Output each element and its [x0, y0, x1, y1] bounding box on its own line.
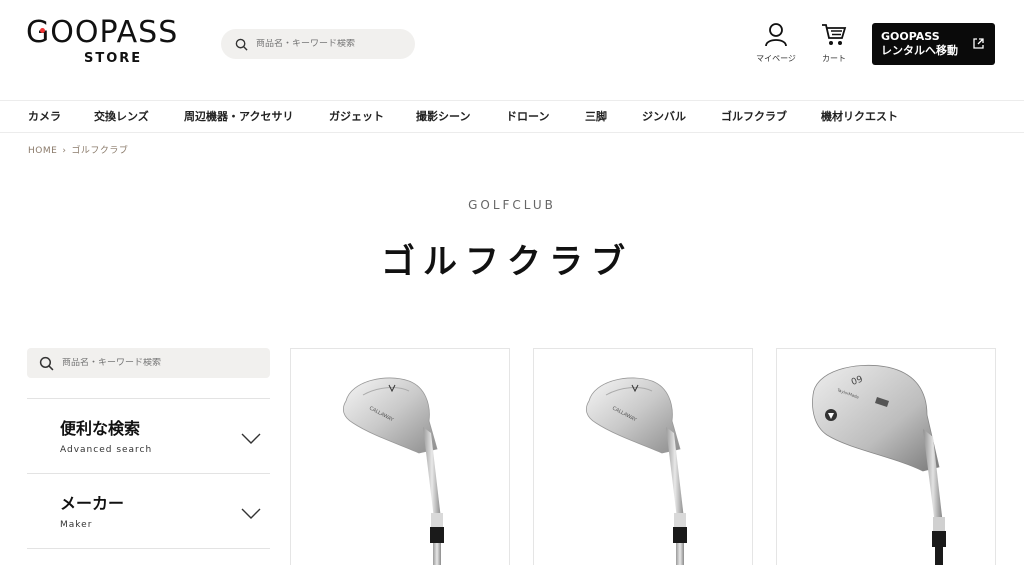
- category-nav: カメラ 交換レンズ 周辺機器・アクセサリ ガジェット 撮影シーン ドローン 三脚…: [0, 100, 1024, 133]
- product-card[interactable]: CALLAWAY: [290, 348, 510, 565]
- cart-label: カート: [822, 54, 846, 63]
- cart-icon: [822, 24, 847, 45]
- logo-dot: [40, 28, 45, 33]
- user-icon: [765, 23, 787, 47]
- golf-wedge-image: CALLAWAY: [342, 377, 444, 565]
- search-icon: [39, 356, 54, 370]
- filter-maker[interactable]: メーカー Maker: [27, 473, 270, 548]
- header-search-box[interactable]: [221, 29, 415, 59]
- cart-button[interactable]: カート: [809, 22, 859, 64]
- product-card[interactable]: 60 TaylorMade: [776, 348, 996, 565]
- golf-wedge-image: CALLAWAY: [585, 377, 687, 565]
- product-card[interactable]: CALLAWAY: [533, 348, 753, 565]
- logo-main-text: GOOPASS: [26, 15, 179, 50]
- nav-item-gadget[interactable]: ガジェット: [329, 101, 384, 132]
- chevron-right-icon: ›: [62, 146, 67, 156]
- mypage-label: マイページ: [756, 54, 796, 63]
- filter-advanced-search[interactable]: 便利な検索 Advanced search: [27, 398, 270, 473]
- external-link-icon: [973, 38, 984, 49]
- nav-item-scene[interactable]: 撮影シーン: [416, 101, 470, 132]
- sidebar-search-box[interactable]: [27, 348, 270, 378]
- breadcrumb-current: ゴルフクラブ: [71, 146, 129, 156]
- filter-title: メーカー: [60, 494, 125, 513]
- filter-title: 便利な検索: [60, 419, 141, 438]
- breadcrumb-home[interactable]: HOME: [28, 146, 57, 156]
- search-icon: [235, 38, 248, 51]
- logo-sub-text: STORE: [84, 51, 143, 66]
- filter-subtitle: Maker: [60, 520, 93, 530]
- rental-link-button[interactable]: GOOPASS レンタルへ移動: [872, 23, 995, 65]
- sidebar-search-input[interactable]: [62, 358, 202, 368]
- nav-item-lens[interactable]: 交換レンズ: [94, 101, 149, 132]
- nav-item-tripod[interactable]: 三脚: [585, 101, 607, 132]
- header-search-input[interactable]: [256, 39, 396, 49]
- chevron-down-icon: [241, 433, 261, 444]
- filter-subtitle: Advanced search: [60, 445, 153, 455]
- nav-item-golf[interactable]: ゴルフクラブ: [721, 101, 787, 132]
- golf-wedge-image: 60 TaylorMade: [812, 364, 946, 565]
- site-header: GOOPASS STORE マイページ カート GOOPASS レンタルへ移動: [0, 0, 1024, 100]
- chevron-down-icon: [241, 508, 261, 519]
- nav-item-accessories[interactable]: 周辺機器・アクセサリ: [184, 101, 293, 132]
- breadcrumb: HOME › ゴルフクラブ: [28, 143, 128, 156]
- nav-item-camera[interactable]: カメラ: [28, 101, 61, 132]
- nav-item-request[interactable]: 機材リクエスト: [821, 101, 898, 132]
- mypage-button[interactable]: マイページ: [751, 22, 801, 64]
- nav-item-drone[interactable]: ドローン: [506, 101, 549, 132]
- filter-divider: [27, 548, 270, 549]
- site-logo[interactable]: GOOPASS STORE: [26, 16, 208, 68]
- page-title-en: GOLFCLUB: [468, 198, 556, 212]
- nav-item-gimbal[interactable]: ジンバル: [642, 101, 686, 132]
- page-title: ゴルフクラブ: [381, 242, 633, 282]
